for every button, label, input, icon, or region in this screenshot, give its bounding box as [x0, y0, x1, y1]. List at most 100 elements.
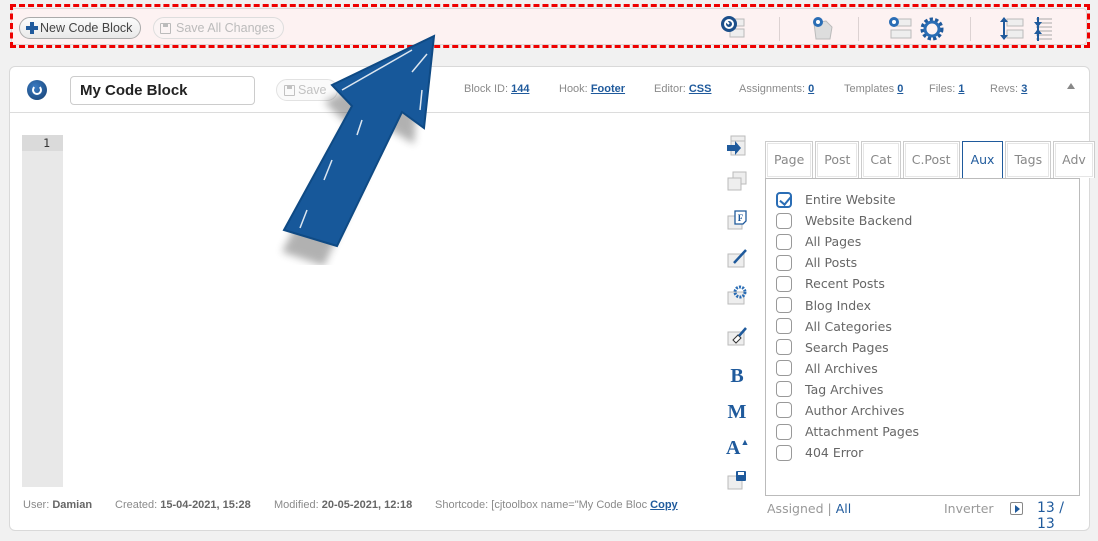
status-user: User: Damian	[23, 499, 92, 511]
assignment-checkbox[interactable]	[776, 444, 792, 461]
all-filter[interactable]: All	[836, 501, 852, 516]
assignment-item[interactable]: Author Archives	[766, 400, 1079, 421]
assignments-link[interactable]: 0	[808, 83, 814, 95]
assignment-checkbox[interactable]	[776, 339, 792, 356]
font-size-icon[interactable]: A▲	[726, 437, 750, 459]
assignment-item[interactable]: Recent Posts	[766, 273, 1079, 294]
assignment-item[interactable]: All Posts	[766, 252, 1079, 273]
assignments-label: Assignments:	[739, 83, 806, 95]
assignments: Assignments: 0	[739, 83, 814, 95]
assignment-item[interactable]: All Archives	[766, 358, 1079, 379]
assignment-footer: Assigned | All Inverter 13 / 13	[767, 500, 1082, 532]
block-title-input[interactable]	[70, 76, 255, 105]
font-size-letter: A	[726, 437, 741, 459]
settings-icon[interactable]	[726, 284, 748, 306]
tab-tags[interactable]: Tags	[1005, 141, 1052, 178]
revs-link[interactable]: 3	[1021, 83, 1027, 95]
bold-icon[interactable]: B	[726, 365, 748, 387]
editor-mode: Editor: CSS	[654, 83, 711, 95]
assignment-item[interactable]: Website Backend	[766, 210, 1079, 231]
code-editor[interactable]: 1	[22, 135, 712, 487]
assignment-label: Search Pages	[805, 339, 889, 355]
block-id-link[interactable]: 144	[511, 83, 529, 95]
assignment-checkbox[interactable]	[776, 254, 792, 271]
insert-icon[interactable]	[726, 135, 748, 157]
block-id: Block ID: 144	[464, 83, 529, 95]
assignment-checkbox[interactable]	[776, 360, 792, 377]
assigned-filter[interactable]: Assigned	[767, 501, 824, 516]
assignment-checkbox[interactable]	[776, 423, 792, 440]
assignment-checkbox[interactable]	[776, 402, 792, 419]
tab-cat[interactable]: Cat	[861, 141, 901, 178]
edit-icon[interactable]	[726, 247, 748, 269]
assignment-count: 13 / 13	[1037, 500, 1064, 532]
editor-link[interactable]: CSS	[689, 83, 712, 95]
templates-link[interactable]: 0	[897, 83, 903, 95]
files-link[interactable]: 1	[958, 83, 964, 95]
line-number: 1	[22, 135, 63, 151]
editor-label: Editor:	[654, 83, 686, 95]
assignment-label: Author Archives	[805, 402, 905, 418]
inverter-button[interactable]: Inverter	[944, 501, 994, 516]
assignment-item[interactable]: All Categories	[766, 316, 1079, 337]
status-shortcode: Shortcode: [cjtoolbox name="My Code Bloc…	[435, 499, 678, 511]
tab-custom-post[interactable]: C.Post	[902, 141, 960, 178]
assignment-item[interactable]: Search Pages	[766, 337, 1079, 358]
assignment-checkbox[interactable]	[776, 275, 792, 292]
user-label: User:	[23, 499, 50, 511]
revisions-icon[interactable]	[27, 80, 47, 100]
tab-aux[interactable]: Aux	[961, 141, 1004, 178]
assignment-label: All Categories	[805, 318, 892, 334]
shortcode-label: Shortcode:	[435, 499, 489, 511]
templates-label: Templates	[844, 83, 895, 95]
format-icon[interactable]: F	[726, 209, 748, 231]
paint-icon[interactable]	[726, 325, 748, 347]
tab-page[interactable]: Page	[765, 141, 814, 178]
modified-label: Modified:	[274, 499, 319, 511]
collapse-panel-icon[interactable]	[1067, 83, 1075, 89]
assignment-list: Entire Website Website Backend All Pages Al…	[765, 178, 1080, 496]
assignment-label: Tag Archives	[805, 381, 884, 397]
assignment-tabs: Page Post Cat C.Post Aux Tags Adv	[765, 141, 1095, 178]
assignment-item[interactable]: Blog Index	[766, 294, 1079, 315]
tab-post[interactable]: Post	[815, 141, 860, 178]
hook: Hook: Footer	[559, 83, 625, 95]
hook-label: Hook:	[559, 83, 588, 95]
assignment-item[interactable]: All Pages	[766, 231, 1079, 252]
modified-value: 20-05-2021, 12:18	[321, 499, 413, 511]
revs: Revs: 3	[990, 83, 1027, 95]
svg-text:F: F	[738, 213, 744, 223]
save-file-icon[interactable]	[726, 469, 748, 491]
shortcode-value: [cjtoolbox name="My Code Bloc	[491, 499, 648, 511]
next-page-icon[interactable]	[1010, 502, 1023, 515]
assignment-label: Blog Index	[805, 297, 872, 313]
assignment-checkbox[interactable]	[776, 233, 792, 250]
assignment-checkbox[interactable]	[776, 191, 792, 208]
assignment-label: Entire Website	[805, 192, 896, 208]
assignment-label: Attachment Pages	[805, 424, 920, 440]
assignment-checkbox[interactable]	[776, 381, 792, 398]
floppy-icon	[284, 84, 295, 96]
templates: Templates 0	[844, 83, 903, 95]
minify-icon[interactable]: M	[726, 401, 748, 423]
copy-shortcode-link[interactable]: Copy	[650, 499, 678, 511]
assignment-label: All Pages	[805, 234, 862, 250]
status-created: Created: 15-04-2021, 15:28	[115, 499, 251, 511]
assignment-item[interactable]: Entire Website	[766, 189, 1079, 210]
assignment-item[interactable]: 404 Error	[766, 442, 1079, 463]
hook-link[interactable]: Footer	[591, 83, 625, 95]
assignment-item[interactable]: Tag Archives	[766, 379, 1079, 400]
save-label: Save	[298, 83, 327, 97]
block-header: Save Block ID: 144 Hook: Footer Editor: …	[10, 67, 1089, 113]
up-down-arrows-icon: ▲	[740, 437, 750, 447]
assignment-item[interactable]: Attachment Pages	[766, 421, 1079, 442]
duplicate-icon[interactable]	[726, 170, 748, 192]
code-block-panel: Save Block ID: 144 Hook: Footer Editor: …	[9, 66, 1095, 532]
tab-adv[interactable]: Adv	[1053, 141, 1095, 178]
assignment-checkbox[interactable]	[776, 297, 792, 314]
revs-label: Revs:	[990, 83, 1019, 95]
assignment-checkbox[interactable]	[776, 318, 792, 335]
files: Files: 1	[929, 83, 964, 95]
assignment-checkbox[interactable]	[776, 212, 792, 229]
save-button[interactable]: Save	[276, 79, 338, 101]
